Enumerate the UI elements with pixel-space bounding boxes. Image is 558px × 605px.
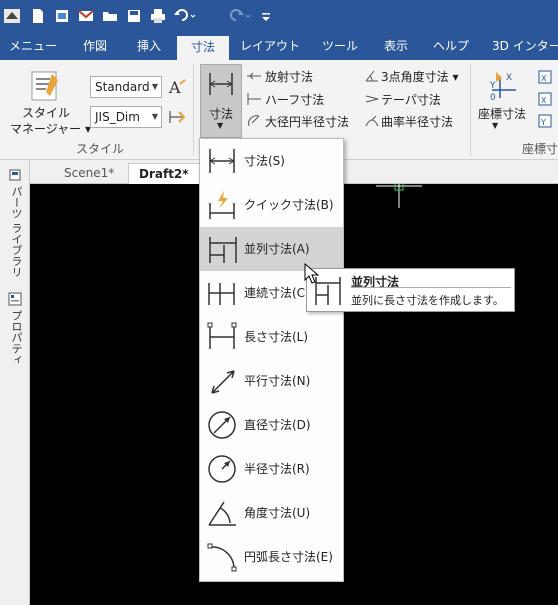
coordinate-dimension-button[interactable]: 座標寸法 xyxy=(478,105,526,122)
style-combo[interactable]: Standard ▼ xyxy=(90,76,162,98)
tab-insert[interactable]: 挿入 xyxy=(124,32,174,60)
left-side-panel: パーツ ライブラリ プロパティ xyxy=(0,160,30,605)
dimension-split-button[interactable]: 寸法 ▼ xyxy=(200,64,242,138)
tab-view[interactable]: 表示 xyxy=(373,32,419,60)
tab-help[interactable]: ヘルプ xyxy=(424,32,478,60)
menu-item-diameter-dimension[interactable]: 直径寸法(D) xyxy=(200,403,343,447)
chevron-down-icon: ▼ xyxy=(151,82,158,91)
group-separator xyxy=(470,64,471,156)
arc-length-dimension-icon xyxy=(207,543,237,572)
properties-icon[interactable] xyxy=(8,292,22,306)
coordinate-small-icon-3[interactable]: Y xyxy=(538,114,554,128)
tooltip-divider xyxy=(351,287,511,288)
group-separator xyxy=(193,64,194,156)
svg-text:Y: Y xyxy=(489,81,496,91)
dim-style-icon[interactable] xyxy=(168,108,186,126)
coordinate-dimension-icon[interactable]: XY 0 xyxy=(486,68,520,103)
menu-item-parallel-dimension[interactable]: 並列寸法(A) xyxy=(200,227,343,271)
svg-text:X: X xyxy=(541,96,547,105)
three-point-angle-button[interactable]: 3点角度寸法 ▾ xyxy=(381,68,458,85)
mail-icon[interactable] xyxy=(76,6,96,26)
svg-text:X: X xyxy=(541,74,547,83)
menu-item-arc-length-dimension[interactable]: 円弧長さ寸法(E) xyxy=(200,535,343,579)
tooltip: 並列寸法 並列に長さ寸法を作成します。 xyxy=(306,268,515,312)
tab-draw[interactable]: 作図 xyxy=(70,32,120,60)
menu-item-dimension[interactable]: 寸法(S) xyxy=(200,139,343,183)
dimension-icon xyxy=(209,149,235,173)
new-icon[interactable] xyxy=(28,6,48,26)
quick-dimension-icon xyxy=(209,191,235,219)
open-icon[interactable] xyxy=(52,6,72,26)
tab-tools[interactable]: ツール xyxy=(312,32,368,60)
menu-item-quick-dimension[interactable]: クイック寸法(B) xyxy=(200,183,343,227)
print-icon[interactable] xyxy=(148,6,168,26)
taper-dimension-button[interactable]: テーパ寸法 xyxy=(381,91,441,108)
app-icon[interactable] xyxy=(2,6,22,26)
curvature-radius-icon xyxy=(364,114,380,128)
dimension-button-label: 寸法 xyxy=(209,107,234,121)
radial-dim-icon xyxy=(246,69,262,83)
folder-icon[interactable] xyxy=(100,6,120,26)
curvature-radius-button[interactable]: 曲率半径寸法 xyxy=(381,113,453,130)
tab-dimension[interactable]: 寸法 xyxy=(177,36,229,60)
mouse-pointer-icon xyxy=(304,263,320,284)
half-dim-icon xyxy=(246,92,262,106)
svg-text:Y: Y xyxy=(540,118,546,127)
coordinate-small-icon-1[interactable]: X xyxy=(538,70,554,84)
group-label-coordinate: 座標寸 xyxy=(522,142,558,156)
angle-dimension-icon xyxy=(208,501,236,526)
menu-item-aligned-dimension[interactable]: 平行寸法(N) xyxy=(200,359,343,403)
tab-menu[interactable]: メニュー xyxy=(0,32,66,60)
text-style-icon[interactable]: A xyxy=(168,78,186,97)
properties-tab[interactable]: プロパティ xyxy=(8,310,24,365)
length-dimension-icon xyxy=(207,322,237,349)
tooltip-description: 並列に長さ寸法を作成します。 xyxy=(351,294,504,307)
save-icon[interactable] xyxy=(124,6,144,26)
svg-text:A: A xyxy=(168,78,181,96)
menu-item-radius-dimension[interactable]: 半径寸法(R) xyxy=(200,447,343,491)
half-dimension-button[interactable]: ハーフ寸法 xyxy=(265,91,324,108)
aligned-dimension-icon xyxy=(211,370,235,394)
dim-style-combo[interactable]: JIS_Dim ▼ xyxy=(90,106,162,128)
dimension-dropdown-menu: 寸法(S) クイック寸法(B) 並列寸法(A) 連続寸法(C) 長さ寸法(L) … xyxy=(199,138,344,582)
chevron-down-icon: ▼ xyxy=(217,121,224,130)
taper-icon xyxy=(364,92,380,106)
style-manager-label-1[interactable]: スタイル xyxy=(22,104,70,121)
dimension-icon xyxy=(209,73,233,95)
undo-icon[interactable] xyxy=(172,6,198,26)
redo-icon[interactable] xyxy=(226,6,252,26)
menu-item-angle-dimension[interactable]: 角度寸法(U) xyxy=(200,491,343,535)
parallel-dimension-icon xyxy=(209,237,237,263)
doc-tab-draft2[interactable]: Draft2* xyxy=(128,163,200,184)
chevron-down-icon: ▼ xyxy=(492,121,499,130)
group-label-style: スタイル xyxy=(76,142,125,156)
doc-tab-scene1[interactable]: Scene1* xyxy=(54,163,124,184)
svg-text:0: 0 xyxy=(490,93,496,102)
radial-dimension-button[interactable]: 放射寸法 xyxy=(265,68,313,85)
large-radius-icon xyxy=(246,114,262,128)
customize-icon[interactable] xyxy=(256,6,276,26)
pin-icon[interactable] xyxy=(8,168,22,182)
style-manager-icon[interactable] xyxy=(30,70,60,102)
diameter-dimension-icon xyxy=(208,411,236,439)
chevron-down-icon: ▼ xyxy=(151,112,158,121)
parts-library-tab[interactable]: パーツ ライブラリ xyxy=(8,186,24,278)
continuous-dimension-icon xyxy=(208,283,235,305)
menu-item-length-dimension[interactable]: 長さ寸法(L) xyxy=(200,315,343,359)
tab-3d-interface[interactable]: 3D インターフ xyxy=(492,32,558,60)
ribbon-tab-bar: メニュー 作図 挿入 寸法 レイアウト ツール 表示 ヘルプ 3D インターフ xyxy=(0,32,558,60)
title-bar xyxy=(0,0,558,32)
tab-layout[interactable]: レイアウト xyxy=(234,32,306,60)
radius-dimension-icon xyxy=(208,455,236,483)
svg-text:X: X xyxy=(506,73,512,83)
style-manager-label-2[interactable]: マネージャー ▾ xyxy=(10,120,91,137)
coordinate-small-icon-2[interactable]: X xyxy=(538,92,554,106)
large-radius-dimension-button[interactable]: 大径円半径寸法 xyxy=(265,113,349,130)
three-point-angle-icon xyxy=(364,69,380,83)
